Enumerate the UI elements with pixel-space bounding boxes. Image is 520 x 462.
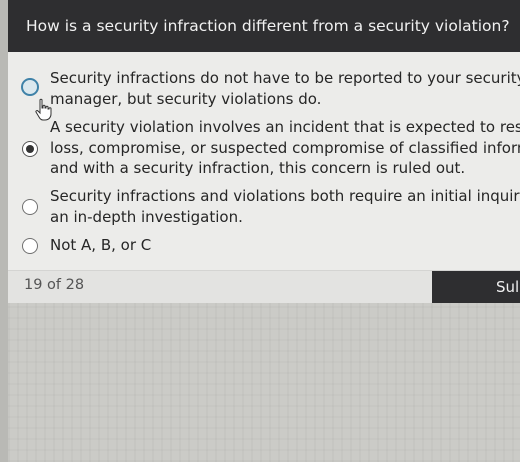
- option-d-line-1: Not A, B, or C: [50, 236, 152, 254]
- quiz-footer: 19 of 28 Sul: [8, 270, 520, 303]
- option-c-line-2: an in-depth investigation.: [50, 207, 243, 226]
- option-b-line-3: and with a security infraction, this con…: [50, 159, 466, 177]
- option-b-line-1: A security violation involves an inciden…: [50, 118, 520, 136]
- option-c-radio[interactable]: [22, 199, 38, 215]
- option-d-radio[interactable]: [22, 238, 38, 254]
- option-b-line-2: loss, compromise, or suspected compromis…: [50, 138, 520, 157]
- option-b-radio[interactable]: [22, 141, 38, 157]
- answer-options-panel: Security infractions do not have to be r…: [8, 52, 520, 270]
- question-header: How is a security infraction different f…: [8, 0, 520, 52]
- progress-counter: 19 of 28: [24, 277, 85, 293]
- submit-button[interactable]: Sul: [432, 271, 520, 303]
- option-c-line-1: Security infractions and violations both…: [50, 187, 520, 205]
- option-a-text[interactable]: Security infractions do not have to be r…: [50, 68, 520, 109]
- option-d-text[interactable]: Not A, B, or C: [50, 235, 520, 256]
- option-a-radio[interactable]: [21, 78, 39, 96]
- option-c-text[interactable]: Security infractions and violations both…: [50, 186, 520, 227]
- background-area: [8, 303, 520, 462]
- option-a-line-2: manager, but security violations do.: [50, 89, 322, 108]
- option-a-line-1: Security infractions do not have to be r…: [50, 69, 520, 87]
- option-b-text[interactable]: A security violation involves an inciden…: [50, 117, 520, 179]
- question-text: How is a security infraction different f…: [26, 17, 510, 35]
